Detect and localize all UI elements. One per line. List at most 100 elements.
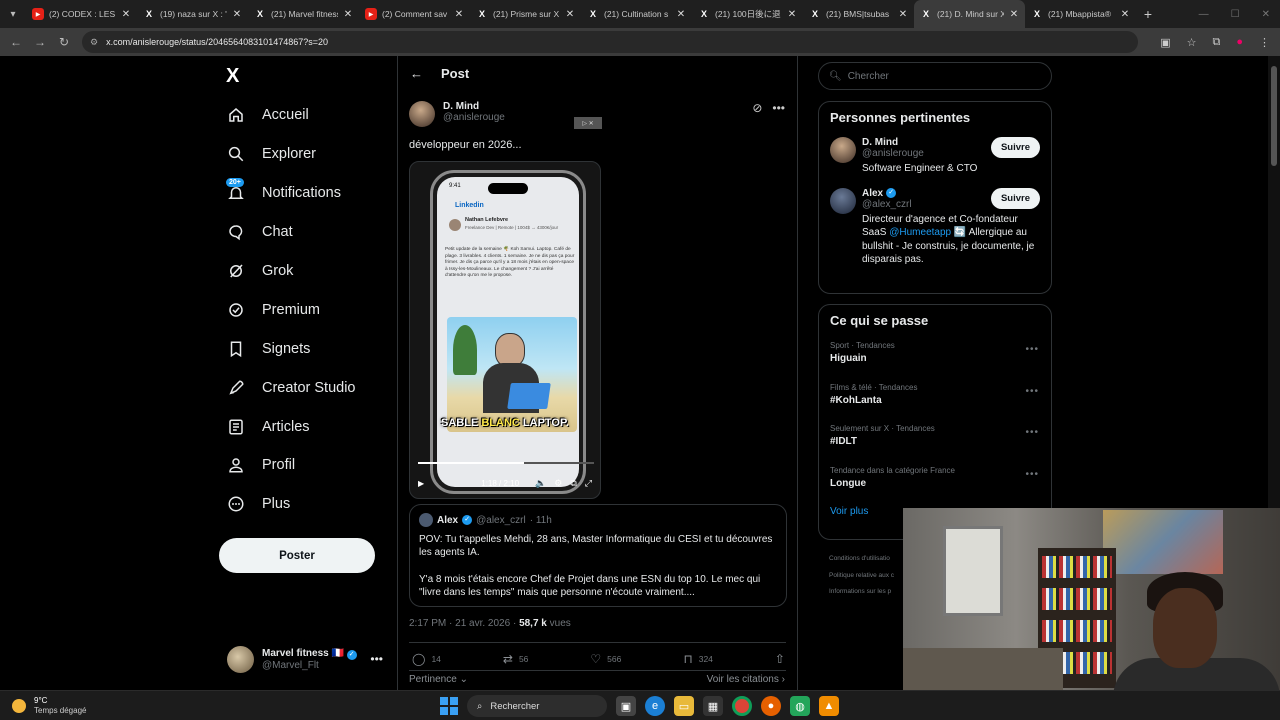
scrollbar-thumb[interactable] [1271, 66, 1277, 166]
settings-icon[interactable]: ⚙ [554, 478, 562, 489]
pip-icon[interactable]: ⧉ [570, 478, 576, 489]
extensions-icon[interactable]: ⧉ [1212, 36, 1220, 49]
author-name[interactable]: D. Mind [443, 101, 505, 112]
browser-tab[interactable]: X (21) Marvel fitness ✕ [248, 0, 359, 28]
back-icon[interactable]: ← [4, 35, 28, 49]
close-icon[interactable]: ✕ [343, 9, 353, 20]
profile-icon[interactable]: ● [1236, 36, 1243, 48]
post-button[interactable]: Poster [219, 538, 375, 573]
close-icon[interactable]: ✕ [121, 9, 131, 20]
browser-tab[interactable]: ▶ (2) Comment sav ✕ [359, 0, 470, 28]
nav-item-more[interactable]: Plus [226, 485, 386, 524]
nav-item-chat[interactable]: Chat [226, 213, 386, 252]
close-icon[interactable]: ✕ [565, 9, 575, 20]
nav-item-profile[interactable]: Profil [226, 446, 386, 485]
trend-item[interactable]: Tendance dans la catégorie France Longue… [819, 459, 1051, 501]
close-window-icon[interactable]: ✕ [1262, 9, 1270, 20]
repost-button[interactable]: ⇄ 56 [503, 652, 529, 666]
reload-icon[interactable]: ↻ [52, 35, 76, 49]
store-icon[interactable]: ▦ [703, 696, 723, 716]
close-icon[interactable]: ✕ [1009, 9, 1019, 20]
bookmark-button[interactable]: ⊓ 324 [683, 652, 713, 666]
account-switcher[interactable]: Marvel fitness 🇫🇷 ✓ @Marvel_Flt ••• [227, 644, 387, 674]
file-explorer-icon[interactable]: ▭ [674, 696, 694, 716]
nav-item-articles[interactable]: Articles [226, 407, 386, 446]
avatar[interactable] [830, 137, 856, 163]
new-tab-icon[interactable]: + [1136, 6, 1160, 22]
follow-button[interactable]: Suivre [990, 187, 1040, 209]
more-icon[interactable]: ••• [772, 101, 785, 115]
task-view-icon[interactable]: ▣ [616, 696, 636, 716]
person-card[interactable]: Alex ✓ @alex_czrl Directeur d'agence et C… [819, 187, 1051, 267]
play-icon[interactable]: ▶ [418, 479, 432, 488]
reply-button[interactable]: ◯ 14 [412, 652, 441, 666]
chrome-icon[interactable] [732, 696, 752, 716]
browser-tab[interactable]: X (19) naza sur X : " ✕ [137, 0, 248, 28]
share-button[interactable]: ⇧ [775, 652, 785, 666]
close-icon[interactable]: ✕ [676, 9, 686, 20]
nav-item-home[interactable]: Accueil [226, 96, 386, 135]
more-icon[interactable]: ••• [1025, 427, 1039, 438]
star-icon[interactable]: ☆ [1187, 36, 1197, 49]
mention-link[interactable]: @Humeetapp [889, 227, 951, 238]
maximize-icon[interactable]: ☐ [1231, 9, 1240, 20]
browser-tab[interactable]: X (21) BMS|tsubas ✕ [803, 0, 914, 28]
sort-dropdown[interactable]: Pertinence ⌄ [409, 674, 468, 685]
browser-tab[interactable]: ▶ (2) CODEX : LES A ✕ [26, 0, 137, 28]
follow-button[interactable]: Suivre [990, 137, 1040, 158]
trend-item[interactable]: Films & télé · Tendances #KohLanta ••• [819, 376, 1051, 418]
browser-tab[interactable]: X (21) Prisme sur X ✕ [470, 0, 581, 28]
view-quotes-link[interactable]: Voir les citations › [707, 674, 785, 685]
close-icon[interactable]: ✕ [232, 9, 242, 20]
x-logo[interactable]: X [226, 66, 246, 86]
menu-icon[interactable]: ⋮ [1259, 36, 1270, 49]
avatar[interactable] [830, 187, 856, 214]
firefox-icon[interactable]: ● [761, 696, 781, 716]
grok-icon[interactable]: ⊘ [752, 101, 762, 115]
footer-link[interactable]: Politique relative aux c [829, 568, 894, 585]
more-icon[interactable]: ••• [1025, 469, 1039, 480]
browser-tab[interactable]: X (21) Cultination s ✕ [581, 0, 692, 28]
minimize-icon[interactable]: — [1199, 9, 1209, 20]
close-icon[interactable]: ✕ [1120, 9, 1130, 20]
more-icon[interactable]: ••• [1025, 386, 1039, 397]
nav-item-creator-studio[interactable]: Creator Studio [226, 368, 386, 407]
taskbar-search[interactable]: ⌕ Rechercher [467, 695, 607, 717]
footer-link[interactable]: Conditions d'utilisatio [829, 551, 894, 568]
app-icon[interactable]: ◍ [790, 696, 810, 716]
author-handle[interactable]: @anislerouge [443, 112, 505, 123]
trend-item[interactable]: Sport · Tendances Higuain ••• [819, 334, 1051, 376]
site-info-icon[interactable]: ⚙ [90, 37, 98, 48]
video-progress[interactable] [418, 462, 594, 464]
windows-start-icon[interactable] [440, 697, 458, 715]
trend-item[interactable]: Seulement sur X · Tendances #IDLT ••• [819, 417, 1051, 459]
browser-tab[interactable]: X (21) 100日後に退 ✕ [692, 0, 803, 28]
weather-widget[interactable]: 9°C Temps dégagé [12, 696, 86, 716]
more-icon[interactable]: ••• [370, 652, 383, 666]
avatar[interactable] [409, 101, 435, 127]
close-icon[interactable]: ✕ [454, 9, 464, 20]
like-button[interactable]: ♡ 566 [590, 652, 621, 666]
search-input[interactable]: 🔍︎ Chercher [818, 62, 1052, 90]
nav-item-premium[interactable]: Premium [226, 290, 386, 329]
ad-choices-icon[interactable]: ▷ ✕ [574, 117, 602, 129]
tab-search-icon[interactable]: ▾ [0, 0, 26, 28]
post-timestamp[interactable]: 2:17 PM · 21 avr. 2026 · [409, 618, 516, 629]
nav-item-notifications[interactable]: 20+ Notifications [226, 174, 386, 213]
url-field[interactable]: ⚙ x.com/anislerouge/status/2046564083101… [82, 31, 1138, 53]
nav-item-grok[interactable]: Grok [226, 252, 386, 291]
person-card[interactable]: D. Mind @anislerouge Software Engineer &… [819, 137, 1051, 176]
nav-item-explore[interactable]: Explorer [226, 135, 386, 174]
browser-tab-active[interactable]: X (21) D. Mind sur X ✕ [914, 0, 1025, 28]
cast-icon[interactable]: ▣ [1160, 36, 1170, 49]
video-player[interactable]: 9:41 Linkedin Nathan Lefebvre Freelance … [409, 161, 601, 499]
vlc-icon[interactable]: ▲ [819, 696, 839, 716]
post-author[interactable]: D. Mind @anislerouge [409, 101, 505, 127]
nav-item-bookmarks[interactable]: Signets [226, 329, 386, 368]
forward-icon[interactable]: → [28, 35, 52, 49]
browser-tab[interactable]: X (21) Mbappista® ✕ [1025, 0, 1136, 28]
more-icon[interactable]: ••• [1025, 344, 1039, 355]
footer-link[interactable]: Informations sur les p [829, 584, 894, 601]
volume-icon[interactable]: 🔈 [535, 478, 546, 489]
edge-icon[interactable]: e [645, 696, 665, 716]
